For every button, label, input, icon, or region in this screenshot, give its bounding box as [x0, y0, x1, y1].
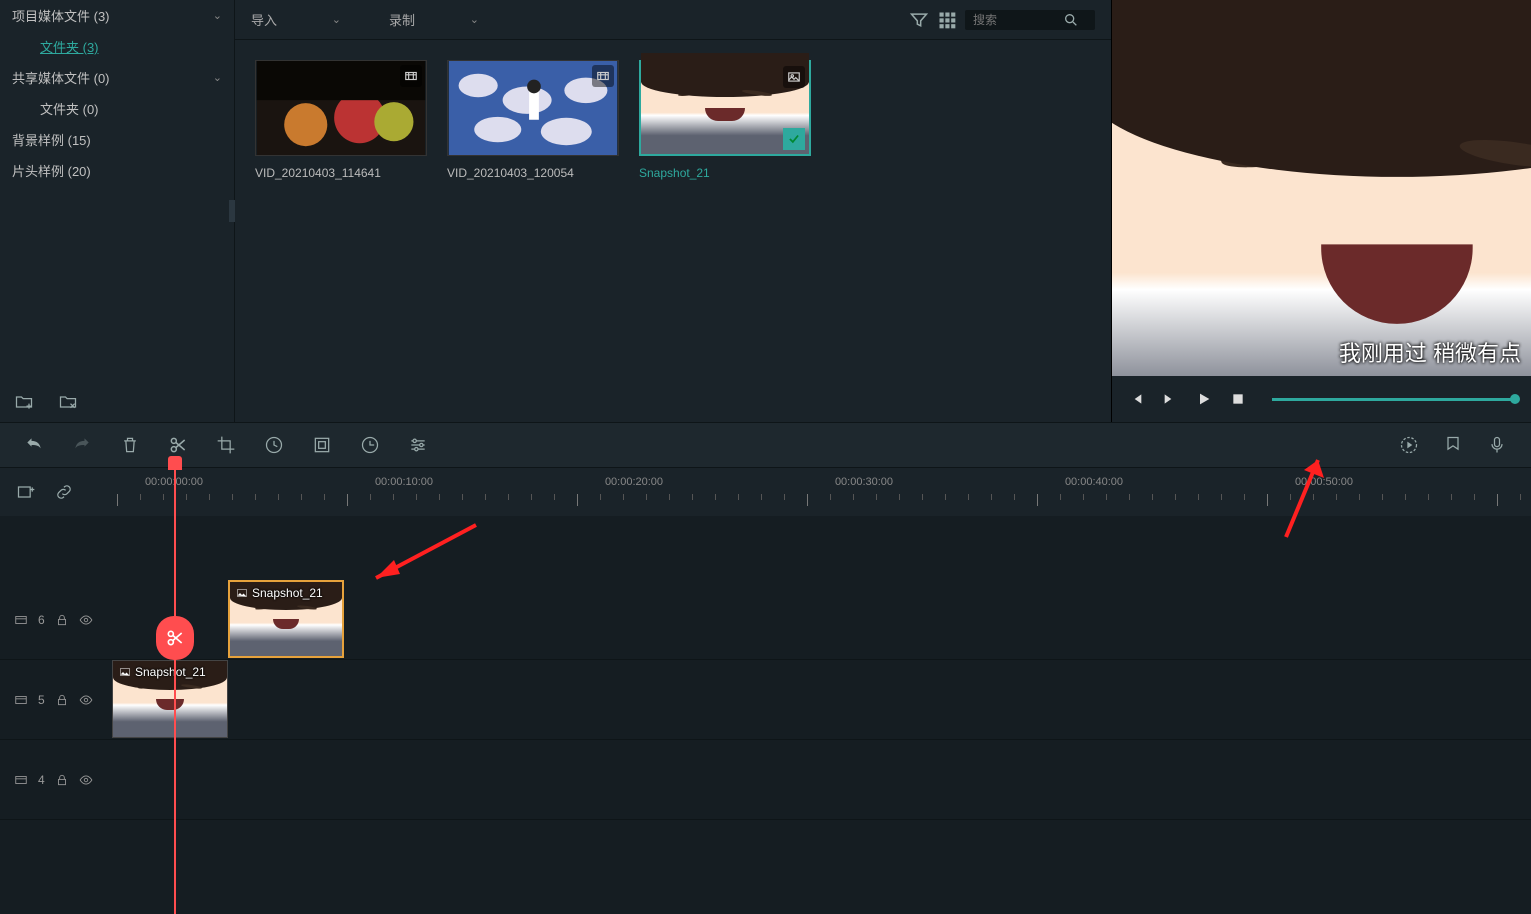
play-button[interactable] — [1196, 391, 1212, 407]
media-sidebar: 项目媒体文件 (3) ⌄ 文件夹 (3) 共享媒体文件 (0) ⌄ 文件夹 (0… — [0, 0, 235, 422]
lock-icon[interactable] — [55, 773, 69, 787]
settings-icon[interactable] — [408, 435, 428, 455]
preview-viewport[interactable]: 我刚用过 稍微有点 — [1112, 0, 1531, 376]
timeline-clip-snapshot-lower[interactable]: Snapshot_21 — [112, 660, 228, 738]
next-frame-button[interactable] — [1162, 391, 1178, 407]
stop-button[interactable] — [1230, 391, 1246, 407]
delete-folder-icon[interactable] — [58, 392, 78, 412]
media-item-snapshot[interactable]: Snapshot_21 — [639, 60, 811, 180]
timeline-tracks: 6 Snapshot_21 5 — [0, 516, 1531, 914]
redo-icon — [72, 435, 92, 455]
clip-label: Snapshot_21 — [119, 665, 206, 679]
lock-icon[interactable] — [55, 693, 69, 707]
add-track-icon[interactable] — [16, 482, 36, 502]
ruler-label: 00:00:20:00 — [605, 476, 663, 488]
tree-folder-0[interactable]: 文件夹 (0) — [0, 93, 234, 124]
video-track-icon — [14, 693, 28, 707]
preview-panel: 我刚用过 稍微有点 — [1111, 0, 1531, 422]
lock-icon[interactable] — [55, 613, 69, 627]
playhead[interactable] — [174, 468, 176, 914]
subtitle-overlay: 我刚用过 稍微有点 — [1339, 336, 1521, 368]
dropdown-label: 录制 — [389, 10, 415, 29]
tree-project-media[interactable]: 项目媒体文件 (3) ⌄ — [0, 0, 234, 31]
tree-label: 共享媒体文件 (0) — [12, 68, 110, 87]
video-badge-icon — [592, 65, 614, 87]
video-track-icon — [14, 613, 28, 627]
tree-label: 文件夹 (3) — [40, 37, 99, 56]
media-browser: 导入 ⌄ 录制 ⌄ — [235, 0, 1111, 422]
annotation-arrow-right — [1276, 452, 1336, 545]
video-badge-icon — [400, 65, 422, 87]
keyframe-icon[interactable] — [360, 435, 380, 455]
track-header[interactable]: 5 — [0, 660, 112, 739]
search-box[interactable] — [965, 10, 1095, 30]
chevron-down-icon: ⌄ — [470, 13, 479, 26]
prev-frame-button[interactable] — [1128, 391, 1144, 407]
marker-icon[interactable] — [1443, 435, 1463, 455]
timeline-clip-snapshot-upper[interactable]: Snapshot_21 — [228, 580, 344, 658]
search-input[interactable] — [973, 13, 1063, 27]
media-grid: VID_20210403_114641 VID_20210403_120054 — [235, 40, 1111, 200]
voiceover-icon[interactable] — [1487, 435, 1507, 455]
crop-icon[interactable] — [216, 435, 236, 455]
tree-folder-3[interactable]: 文件夹 (3) — [0, 31, 234, 62]
undo-icon[interactable] — [24, 435, 44, 455]
video-track-icon — [14, 773, 28, 787]
volume-slider[interactable] — [1272, 398, 1515, 401]
track-6[interactable]: 6 Snapshot_21 — [0, 580, 1531, 660]
chevron-down-icon: ⌄ — [213, 71, 222, 84]
tree-label: 文件夹 (0) — [40, 99, 99, 118]
media-caption: VID_20210403_114641 — [255, 166, 427, 180]
speed-icon[interactable] — [264, 435, 284, 455]
grid-view-icon[interactable] — [937, 10, 957, 30]
new-folder-icon[interactable] — [14, 392, 34, 412]
check-icon — [783, 128, 805, 150]
eye-icon[interactable] — [79, 613, 93, 627]
media-caption: Snapshot_21 — [639, 166, 811, 180]
image-badge-icon — [783, 66, 805, 88]
image-icon — [119, 666, 131, 678]
track-header[interactable]: 6 — [0, 580, 112, 659]
clip-label: Snapshot_21 — [236, 586, 323, 600]
search-icon — [1063, 12, 1079, 28]
track-number: 6 — [38, 613, 45, 627]
dropdown-label: 导入 — [251, 10, 277, 29]
track-number: 5 — [38, 693, 45, 707]
playhead-cut-button[interactable] — [156, 616, 194, 660]
tree-intros[interactable]: 片头样例 (20) — [0, 155, 234, 186]
filter-icon[interactable] — [909, 10, 929, 30]
tree-shared-media[interactable]: 共享媒体文件 (0) ⌄ — [0, 62, 234, 93]
import-dropdown[interactable]: 导入 ⌄ — [251, 8, 341, 31]
tree-label: 项目媒体文件 (3) — [12, 6, 110, 25]
eye-icon[interactable] — [79, 773, 93, 787]
scissors-icon[interactable] — [168, 435, 188, 455]
annotation-arrow-left — [356, 520, 486, 593]
track-header[interactable]: 4 — [0, 740, 112, 819]
playhead-handle[interactable] — [168, 456, 182, 470]
ruler-label: 00:00:40:00 — [1065, 476, 1123, 488]
chevron-down-icon: ⌄ — [332, 13, 341, 26]
ruler-label: 00:00:30:00 — [835, 476, 893, 488]
media-caption: VID_20210403_120054 — [447, 166, 619, 180]
track-5[interactable]: 5 Snapshot_21 — [0, 660, 1531, 740]
media-item-vid2[interactable]: VID_20210403_120054 — [447, 60, 619, 180]
track-4[interactable]: 4 — [0, 740, 1531, 820]
link-icon[interactable] — [54, 482, 74, 502]
tree-backgrounds[interactable]: 背景样例 (15) — [0, 124, 234, 155]
render-icon[interactable] — [1399, 435, 1419, 455]
tree-label: 片头样例 (20) — [12, 161, 91, 180]
panel-resize-handle[interactable] — [229, 200, 235, 222]
chevron-down-icon: ⌄ — [213, 9, 222, 22]
ruler-label: 00:00:10:00 — [375, 476, 433, 488]
trash-icon[interactable] — [120, 435, 140, 455]
track-number: 4 — [38, 773, 45, 787]
eye-icon[interactable] — [79, 693, 93, 707]
color-icon[interactable] — [312, 435, 332, 455]
playback-controls — [1112, 376, 1531, 422]
media-item-vid1[interactable]: VID_20210403_114641 — [255, 60, 427, 180]
record-dropdown[interactable]: 录制 ⌄ — [389, 8, 479, 31]
media-toolbar: 导入 ⌄ 录制 ⌄ — [235, 0, 1111, 40]
tree-label: 背景样例 (15) — [12, 130, 91, 149]
image-icon — [236, 587, 248, 599]
